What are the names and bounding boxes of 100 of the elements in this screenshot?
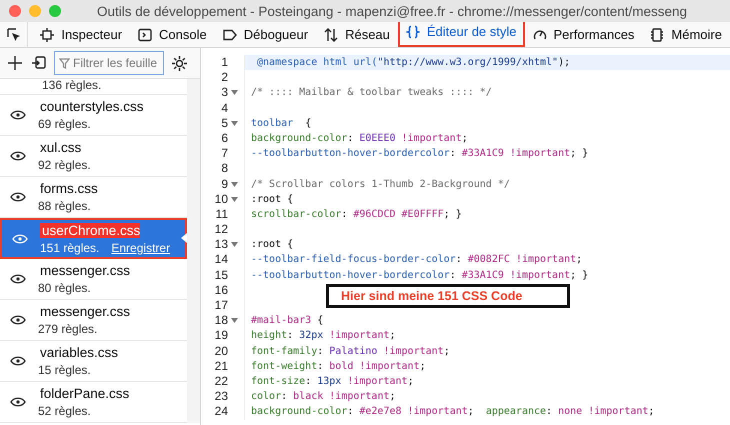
box-icon <box>40 28 54 42</box>
close-button[interactable] <box>9 5 21 17</box>
code-line: @namespace html url("http://www.w3.org/1999/xhtml"); <box>256 57 570 68</box>
rule-count: 88 règles. <box>38 199 91 213</box>
code-line: font-weight: bold !important; <box>251 360 426 372</box>
devtools-tab[interactable]: Console <box>130 22 215 47</box>
eye-icon <box>10 192 26 202</box>
line-number: 22 <box>214 374 228 390</box>
annotation-note: Hier sind meine 151 CSS Code <box>326 284 570 308</box>
arrows-icon <box>324 28 338 42</box>
chip-icon <box>650 28 664 42</box>
devtools-tab[interactable]: Performances <box>524 22 642 47</box>
code-line: /* Scrollbar colors 1-Thumb 2-Background */ <box>251 178 510 190</box>
line-number: 21 <box>214 358 228 374</box>
line-number: 13 <box>214 237 228 252</box>
stylesheet-name: xul.css <box>39 140 82 155</box>
fold-arrow-icon[interactable] <box>231 318 238 324</box>
eye-icon <box>10 151 26 161</box>
line-number: 7 <box>221 146 228 162</box>
line-number: 14 <box>214 252 228 268</box>
devtools-tab[interactable]: Mémoire <box>642 22 730 47</box>
fold-arrow-icon[interactable] <box>231 182 238 187</box>
eye-icon <box>10 315 26 325</box>
line-number: 18 <box>214 313 228 328</box>
rule-count: 151 règles. <box>40 240 100 254</box>
line-number: 15 <box>214 268 228 283</box>
line-number: 17 <box>214 298 228 314</box>
code-line: --toolbarbutton-hover-bordercolor: #33A1C9 !important; } <box>251 148 588 160</box>
rule-count: 279 règles. <box>38 322 98 336</box>
line-number: 2 <box>221 70 228 86</box>
eye-icon <box>12 234 28 244</box>
rule-count: 15 règles. <box>38 363 91 377</box>
stylesheet-item[interactable]: messenger.css 279 règles. <box>0 300 187 341</box>
code-line: toolbar { <box>251 118 312 129</box>
line-number: 19 <box>214 328 228 344</box>
code-line: --toolbarbutton-hover-bordercolor: #33A1C9 !important; } <box>251 270 588 281</box>
code-line: font-size: 13px !important; <box>251 376 414 387</box>
save-link[interactable]: Enregistrer <box>111 240 170 254</box>
stylesheet-item[interactable]: variables.css 15 règles. <box>0 341 187 382</box>
rule-count: 80 règles. <box>38 281 91 295</box>
line-number: 12 <box>214 222 228 238</box>
rule-count: 69 règles. <box>38 117 91 131</box>
triangle-icon <box>181 233 187 243</box>
line-number: 4 <box>221 100 228 116</box>
devtools-tab[interactable]: Inspecteur <box>32 22 130 47</box>
stylesheet-name: folderPane.css <box>39 386 130 401</box>
rule-count: 92 règles. <box>38 158 91 172</box>
line-number: 23 <box>214 389 228 404</box>
code-line: /* :::: Mailbar & toolbar tweaks :::: */ <box>251 87 492 98</box>
code-line: background-color: E0EEE0 !important; <box>251 132 468 144</box>
code-line: :root { <box>251 194 294 205</box>
line-number: 9 <box>221 176 228 192</box>
stylesheet-name: counterstyles.css <box>39 99 144 114</box>
line-number: 24 <box>214 404 228 420</box>
eye-icon <box>10 274 26 284</box>
line-number: 10 <box>214 192 228 207</box>
stylesheet-name: messenger.css <box>39 304 130 319</box>
stylesheet-item[interactable]: messenger.css 80 règles. <box>0 259 187 300</box>
eye-icon <box>10 397 26 407</box>
settings-icon <box>172 56 187 70</box>
code-line: height: 32px !important; <box>251 330 396 342</box>
new-stylesheet-button[interactable] <box>6 54 24 72</box>
eye-icon <box>10 356 26 366</box>
cursor-icon <box>6 28 21 42</box>
fold-arrow-icon[interactable] <box>231 90 238 96</box>
line-number: 5 <box>221 116 228 131</box>
code-line: :root { <box>251 239 294 250</box>
stylesheet-name: messenger.css <box>39 263 130 278</box>
fold-arrow-icon[interactable] <box>231 242 238 248</box>
fold-arrow-icon[interactable] <box>231 196 238 202</box>
line-number: 8 <box>221 161 228 177</box>
line-number: 16 <box>214 282 228 298</box>
settings-button[interactable] <box>170 54 189 72</box>
code-line: scrollbar-color: #96CDCD #E0FFFF; } <box>251 208 462 220</box>
gauge-icon <box>532 28 546 42</box>
stylesheet-item[interactable]: counterstyles.css 69 règles. <box>0 95 187 136</box>
code-line: color: black !important; <box>251 391 396 402</box>
devtools-tab[interactable]: Débogueur <box>214 22 316 47</box>
braces-icon <box>406 24 420 38</box>
stylesheet-name: userChrome.css <box>40 222 140 238</box>
code-line: background-color: #e2e7e8 !important; appearance: none !important; <box>251 406 654 418</box>
filter-icon <box>59 58 70 69</box>
stylesheet-name: variables.css <box>39 345 118 360</box>
devtools-tab[interactable]: Réseau <box>316 22 398 47</box>
stylesheet-name: forms.css <box>39 181 98 196</box>
filter-field[interactable]: Filtrer les feuille <box>54 51 164 75</box>
code-line: #mail-bar3 { <box>251 315 324 326</box>
line-number: 20 <box>214 344 228 359</box>
console-icon <box>138 28 152 42</box>
stylesheet-item[interactable]: folderPane.css 52 règles. <box>0 382 187 423</box>
rule-count: 136 règles. <box>42 78 102 92</box>
stylesheet-item[interactable]: userChrome.css 151 règles. Enregistrer <box>0 218 187 259</box>
plus-icon <box>8 56 22 70</box>
line-number: 3 <box>221 85 228 101</box>
rule-count: 52 règles. <box>38 404 91 418</box>
tag-icon <box>222 28 237 42</box>
line-number: 6 <box>221 130 228 146</box>
stylesheet-item[interactable]: xul.css 92 règles. <box>0 136 187 177</box>
window-title: Outils de développement - Posteingang - mapenzi@free.fr - chrome://messenger/content/messeng <box>97 4 687 18</box>
fold-arrow-icon[interactable] <box>231 120 238 126</box>
